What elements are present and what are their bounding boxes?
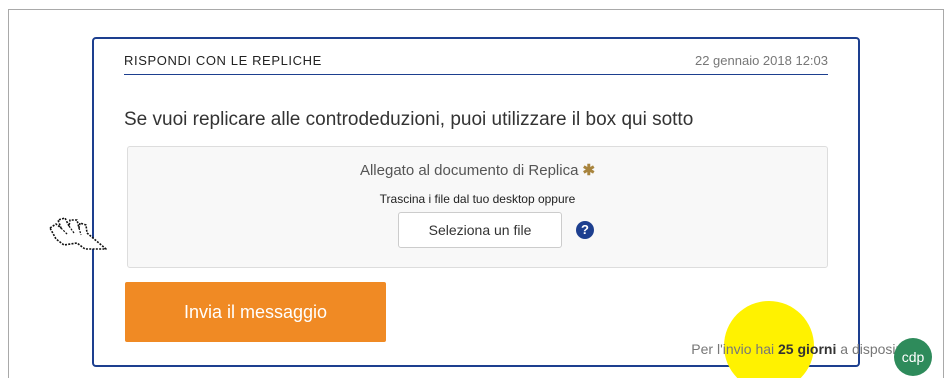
- card-date: 22 gennaio 2018 12:03: [694, 53, 828, 68]
- deadline-text: Per l'invio hai 25 giorni a disposizione: [654, 341, 929, 357]
- upload-label: Allegato al documento di Replica ✱: [128, 161, 827, 179]
- card-intro-text: Se vuoi replicare alle controdeduzioni, …: [124, 109, 694, 130]
- hand-pointer-icon: [49, 217, 107, 250]
- deadline-prefix: Per l'invio hai: [691, 341, 775, 357]
- upload-label-text: Allegato al documento di Replica: [359, 162, 579, 179]
- cdp-badge: cdp: [894, 338, 932, 376]
- deadline-days: 25 giorni: [778, 341, 837, 357]
- card-title: RISPONDI CON LE REPLICHE: [124, 53, 322, 68]
- highlight-circle: [724, 301, 814, 378]
- upload-hint: Trascina i file dal tuo desktop oppure: [379, 192, 576, 206]
- reply-card: RISPONDI CON LE REPLICHE 22 gennaio 2018…: [92, 37, 929, 378]
- required-asterisk-icon: ✱: [582, 162, 596, 179]
- select-file-button[interactable]: Seleziona un file: [398, 212, 562, 248]
- upload-dropzone[interactable]: Allegato al documento di Replica ✱ Trasci…: [127, 146, 828, 268]
- send-message-button[interactable]: Invia il messaggio: [125, 282, 386, 342]
- card-header: RISPONDI CON LE REPLICHE 22 gennaio 2018…: [124, 53, 828, 75]
- help-icon[interactable]: ?: [576, 221, 594, 239]
